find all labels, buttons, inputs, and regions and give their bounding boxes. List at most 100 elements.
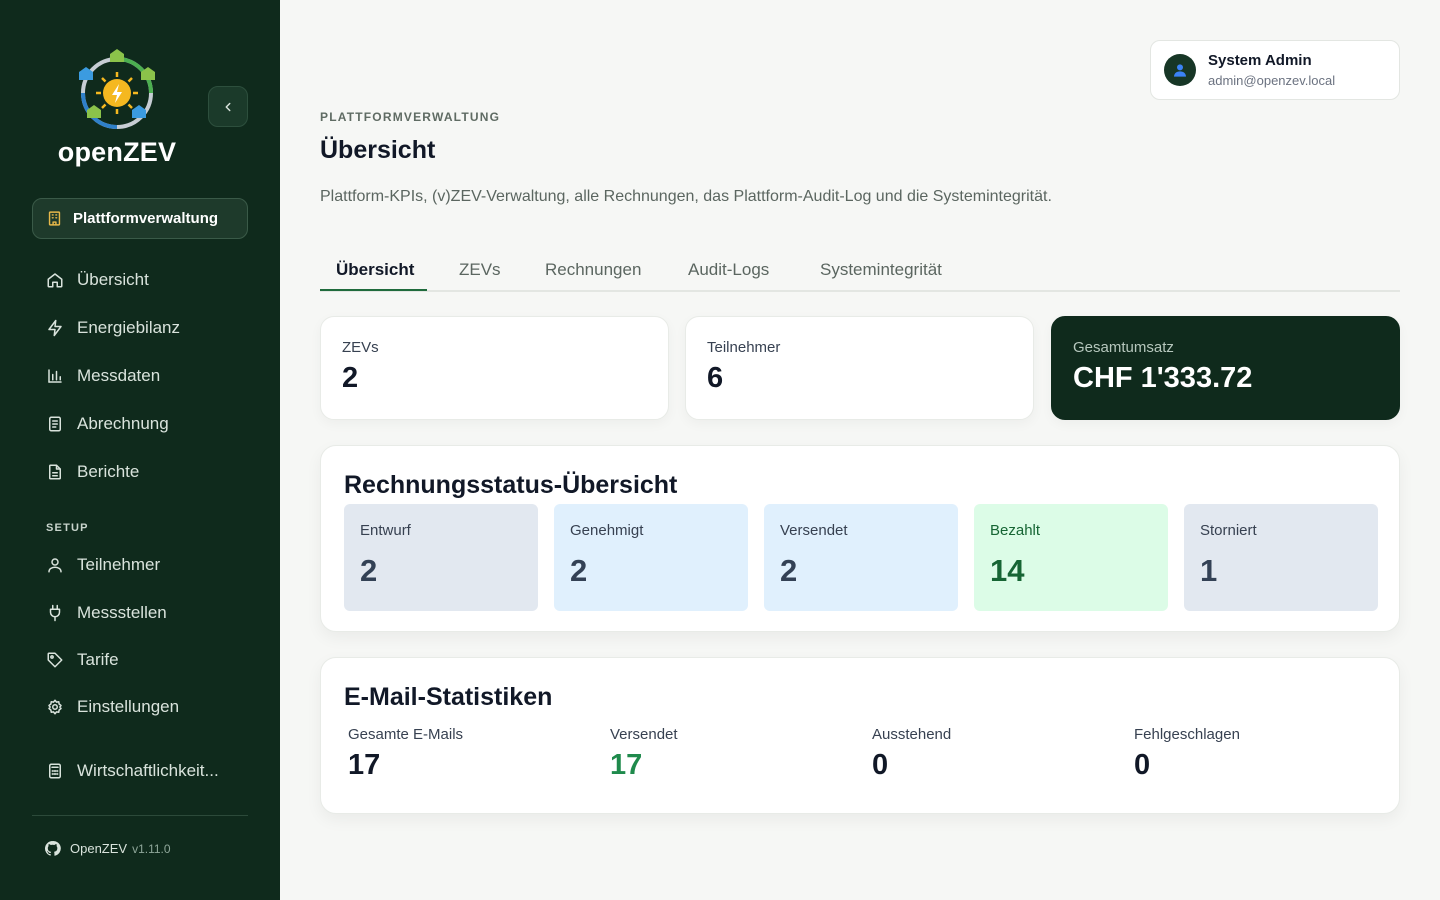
stat-value: 17 [348,749,381,781]
sidebar-item-label: Einstellungen [77,697,180,716]
user-name: System Admin [1208,52,1312,69]
sidebar-item-wirtschaftlichkeit[interactable]: Wirtschaftlichkeit... [46,758,219,784]
status-value: 14 [990,553,1025,588]
kpi-label: Teilnehmer [707,339,781,356]
email-stats-panel: E-Mail-Statistiken Gesamte E-Mails 17 Ve… [320,657,1400,814]
status-label: Bezahlt [990,522,1041,539]
status-value: 2 [780,553,798,588]
page-eyebrow: PLATTFORMVERWALTUNG [320,110,501,124]
sidebar-item-tarife[interactable]: Tarife [46,647,119,673]
kpi-card-zevs: ZEVs 2 [320,316,669,420]
sidebar-item-label: Berichte [77,462,140,481]
page-description: Plattform-KPIs, (v)ZEV-Verwaltung, alle … [320,188,1052,205]
sidebar-item-messstellen[interactable]: Messstellen [46,600,167,626]
kpi-value: CHF 1'333.72 [1073,362,1253,394]
active-tab-indicator [320,289,427,291]
kpi-value: 2 [342,362,359,394]
collapse-sidebar-button[interactable] [208,86,248,127]
sidebar-item-berichte[interactable]: Berichte [46,459,139,485]
status-card-versendet: Versendet 2 [764,504,958,611]
email-stat-total: Gesamte E-Mails 17 [348,726,463,782]
tab-bar: Übersicht ZEVs Rechnungen Audit-Logs Sys… [320,250,1400,292]
report-icon [49,464,61,480]
users-icon [48,558,62,573]
email-stat-sent: Versendet 17 [610,726,678,782]
panel-title: E-Mail-Statistiken [344,683,553,711]
brand-name: openZEV [57,137,177,167]
sidebar-item-plattformverwaltung[interactable]: Plattformverwaltung [32,198,248,239]
stat-label: Ausstehend [872,726,952,743]
status-value: 2 [570,553,588,588]
status-value: 2 [360,553,378,588]
status-label: Storniert [1200,522,1257,539]
email-stat-pending: Ausstehend 0 [872,726,951,782]
page-title: Übersicht [320,136,436,164]
sidebar-item-label: Abrechnung [77,414,169,433]
sidebar-item-messdaten[interactable]: Messdaten [46,363,160,389]
status-value: 1 [1200,553,1218,588]
building-icon [48,211,61,226]
stat-value: 0 [872,749,889,781]
stat-value: 0 [1134,749,1151,781]
kpi-label: Gesamtumsatz [1073,339,1174,356]
tag-icon [47,652,63,668]
status-card-storniert: Storniert 1 [1184,504,1378,611]
sidebar-item-teilnehmer[interactable]: Teilnehmer [46,552,160,578]
kpi-card-gesamtumsatz: Gesamtumsatz CHF 1'333.72 [1051,316,1400,420]
kpi-card-teilnehmer: Teilnehmer 6 [685,316,1034,420]
email-stat-failed: Fehlgeschlagen 0 [1134,726,1240,782]
invoice-status-panel: Rechnungsstatus-Übersicht Entwurf 2 Gene… [320,445,1400,632]
sidebar-item-uebersicht[interactable]: Übersicht [46,267,149,293]
document-icon [49,416,61,432]
sidebar-item-label: Teilnehmer [77,555,161,574]
status-label: Genehmigt [570,522,644,539]
tab-uebersicht[interactable]: Übersicht [336,260,414,280]
status-card-genehmigt: Genehmigt 2 [554,504,748,611]
gear-icon [48,699,62,715]
sidebar-item-label: Tarife [77,650,119,669]
sidebar-item-einstellungen[interactable]: Einstellungen [46,694,179,720]
user-email: admin@openzev.local [1208,73,1336,88]
bar-chart-icon [48,369,62,383]
kpi-label: ZEVs [342,339,379,356]
sidebar-item-abrechnung[interactable]: Abrechnung [46,411,169,437]
tab-zevs[interactable]: ZEVs [459,260,501,280]
status-label: Entwurf [360,522,411,539]
sidebar-item-label: Übersicht [77,270,149,289]
stat-label: Versendet [610,726,678,743]
sidebar-item-label: Energiebilanz [77,318,181,337]
sidebar-item-label: Plattformverwaltung [73,210,219,227]
tab-rechnungen[interactable]: Rechnungen [545,260,641,280]
chevron-left-icon [225,102,231,111]
footer-version: v1.11.0 [132,841,171,856]
user-icon [1174,64,1186,77]
tab-systemintegritaet[interactable]: Systemintegrität [820,260,942,280]
sidebar-item-label: Messdaten [77,366,161,385]
plug-icon [49,604,61,622]
status-card-bezahlt: Bezahlt 14 [974,504,1168,611]
stat-label: Gesamte E-Mails [348,726,464,743]
status-card-entwurf: Entwurf 2 [344,504,538,611]
home-icon [47,273,63,288]
sidebar: openZEV Plattformverwaltung Übersicht En… [0,0,280,900]
github-icon [44,841,61,856]
panel-title: Rechnungsstatus-Übersicht [344,471,678,499]
sidebar-item-label: Messstellen [77,603,167,622]
sidebar-item-label: Wirtschaftlichkeit... [77,761,219,780]
version-link[interactable]: OpenZEV v1.11.0 [44,840,171,857]
status-label: Versendet [780,522,848,539]
logo[interactable]: openZEV [52,48,182,168]
sidebar-divider [32,815,248,816]
stat-label: Fehlgeschlagen [1134,726,1240,743]
openzev-logo-icon [79,49,155,129]
avatar [1164,54,1196,86]
footer-app-name: OpenZEV [70,841,128,856]
kpi-value: 6 [707,362,724,394]
lightning-icon [48,319,62,337]
calculator-icon [49,763,61,779]
stat-value: 17 [610,749,643,781]
tab-audit-logs[interactable]: Audit-Logs [688,260,769,280]
user-menu[interactable]: System Admin admin@openzev.local [1150,40,1400,100]
setup-section-label: SETUP [46,522,89,534]
sidebar-item-energiebilanz[interactable]: Energiebilanz [46,315,180,341]
